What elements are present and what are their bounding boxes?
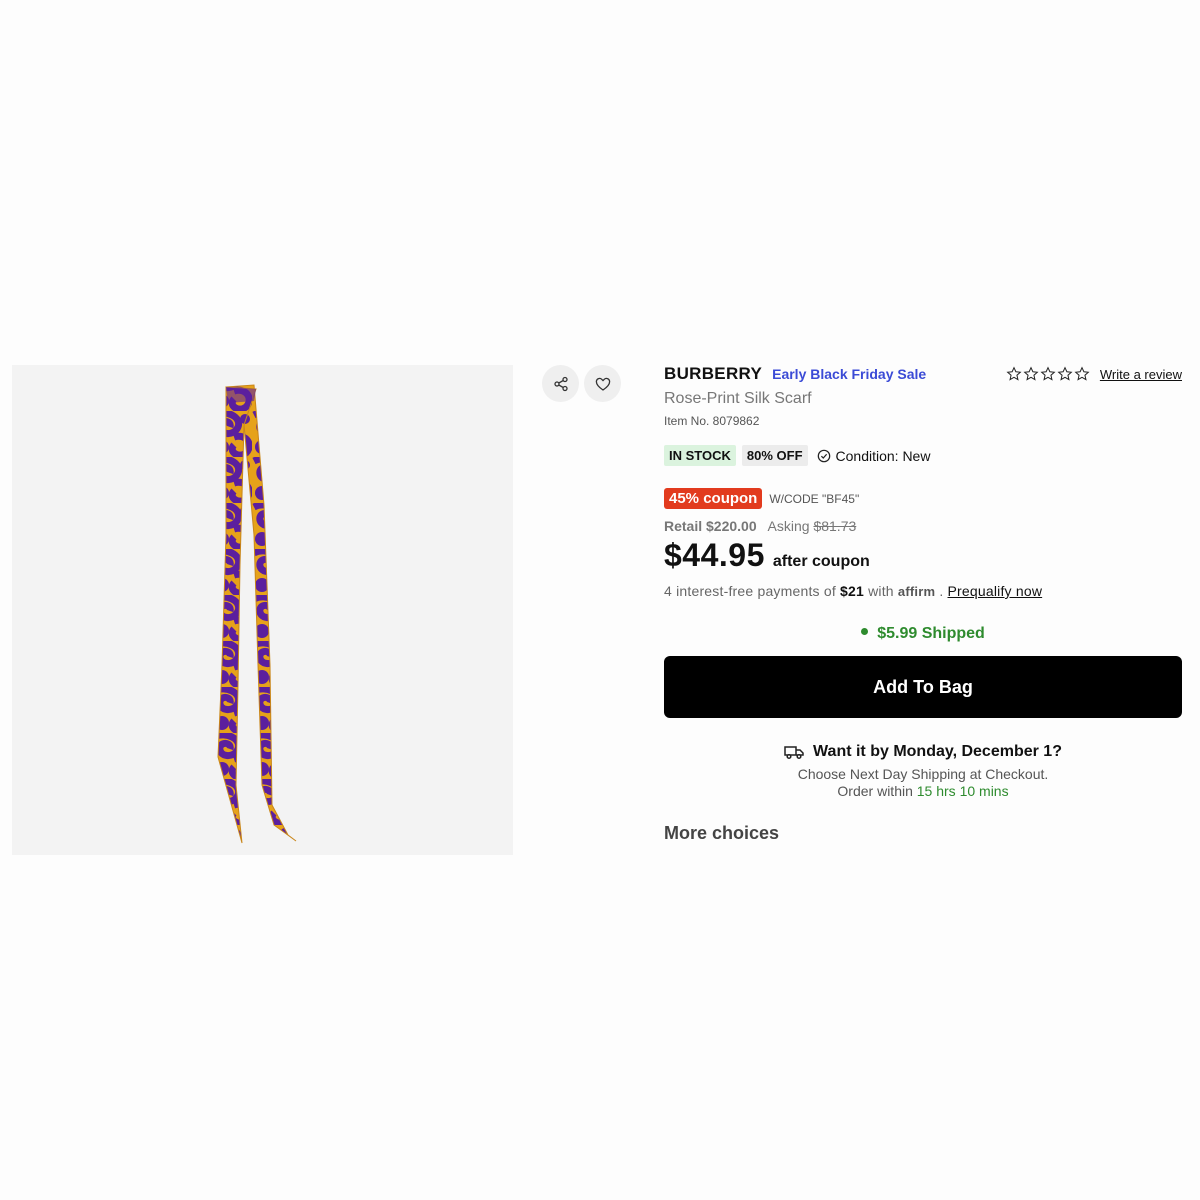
- share-button[interactable]: [542, 365, 579, 402]
- add-to-bag-button[interactable]: Add To Bag: [664, 656, 1182, 718]
- stock-badge: IN STOCK: [664, 445, 736, 466]
- order-within-time: 15 hrs 10 mins: [916, 783, 1009, 799]
- star-outline-icon: [1074, 366, 1090, 381]
- rating-stars: [1006, 366, 1090, 382]
- coupon-badge: 45% coupon: [664, 488, 763, 509]
- more-choices-heading: More choices: [664, 823, 780, 843]
- shipped-label: $5.99 Shipped: [877, 625, 985, 642]
- condition-label: Condition: New: [835, 447, 931, 464]
- main-price-row: $44.95 after coupon: [664, 537, 1182, 574]
- discount-badge: 80% OFF: [741, 445, 808, 466]
- coupon-code: W/CODE "BF45": [769, 491, 860, 506]
- coupon-row: 45% coupon W/CODE "BF45": [664, 488, 1182, 509]
- retail-asking-line: Retail $220.00 Asking $81.73: [664, 518, 1182, 534]
- order-within: Order within 15 hrs 10 mins: [664, 783, 1182, 799]
- wishlist-button[interactable]: [584, 365, 621, 402]
- retail-label: Retail: [664, 518, 703, 534]
- after-coupon-label: after coupon: [772, 553, 870, 570]
- star-outline-icon: [1006, 366, 1022, 381]
- share-icon: [553, 376, 568, 391]
- affirm-with: with: [868, 583, 894, 599]
- affirm-amount: $21: [840, 583, 864, 599]
- delivery-sub: Choose Next Day Shipping at Checkout.: [797, 766, 1049, 782]
- product-name: Rose-Print Silk Scarf: [664, 390, 812, 407]
- retail-value: $220.00: [706, 518, 757, 534]
- affirm-line: 4 interest-free payments of $21 with aff…: [664, 583, 1182, 599]
- sale-price: $44.95: [664, 537, 765, 573]
- delivery-heading-text: Want it by Monday, December 1?: [813, 743, 1062, 760]
- affirm-dot: .: [939, 583, 944, 599]
- affirm-prefix: 4 interest-free payments of: [664, 583, 836, 599]
- shipping-price: $5.99 Shipped: [664, 625, 1182, 643]
- condition: Condition: New: [817, 447, 931, 464]
- heart-icon: [595, 377, 610, 391]
- check-circle-icon: [817, 449, 830, 462]
- badges-row: IN STOCK 80% OFF Condition: New: [664, 445, 1182, 466]
- sale-label[interactable]: Early Black Friday Sale: [772, 366, 926, 382]
- product-details: BURBERRY Early Black Friday Sale Write a…: [664, 364, 1182, 844]
- truck-icon: [784, 746, 804, 760]
- prequalify-link[interactable]: Prequalify now: [948, 583, 1043, 599]
- product-image[interactable]: [12, 365, 513, 855]
- star-outline-icon: [1057, 366, 1073, 381]
- delivery-heading: Want it by Monday, December 1?: [664, 743, 1182, 761]
- star-outline-icon: [1023, 366, 1039, 381]
- affirm-logo: affirm: [897, 584, 936, 599]
- reviews: Write a review: [1006, 366, 1182, 382]
- status-dot: [861, 628, 869, 636]
- asking-label: Asking: [767, 518, 810, 534]
- brand-name[interactable]: BURBERRY: [664, 364, 762, 384]
- delivery-info: Want it by Monday, December 1? Choose Ne…: [664, 743, 1182, 799]
- item-number: Item No. 8079862: [664, 414, 760, 428]
- order-within-prefix: Order within: [837, 783, 913, 799]
- write-review-link[interactable]: Write a review: [1100, 367, 1182, 382]
- star-outline-icon: [1040, 366, 1056, 381]
- asking-value: $81.73: [813, 518, 857, 534]
- scarf-image: [217, 384, 297, 844]
